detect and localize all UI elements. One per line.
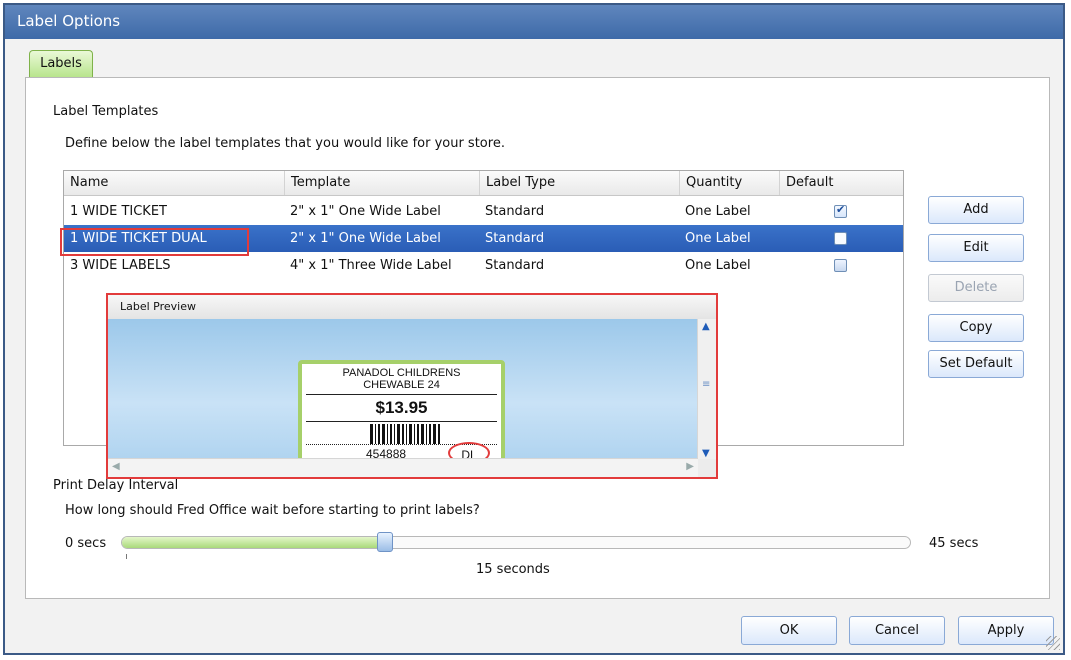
cell-quantity: One Label: [685, 231, 751, 246]
scroll-up-icon[interactable]: ▲: [702, 321, 710, 332]
slider-value-label: 15 seconds: [476, 562, 550, 577]
cell-label-type: Standard: [485, 258, 545, 273]
label-divider: [306, 421, 497, 422]
default-checkbox[interactable]: [834, 259, 847, 272]
default-checkbox[interactable]: [834, 232, 847, 245]
column-default[interactable]: Default: [779, 171, 903, 195]
cell-label-type: Standard: [485, 231, 545, 246]
print-delay-heading: Print Delay Interval: [53, 478, 179, 493]
cell-name: 1 WIDE TICKET: [70, 204, 167, 219]
scroll-thumb-grip-icon[interactable]: ≡: [702, 379, 710, 390]
edit-button[interactable]: Edit: [928, 234, 1024, 262]
label-divider: [306, 394, 497, 395]
label-preview-pane: Label Preview PANADOL CHILDRENS CHEWABLE…: [106, 293, 718, 479]
title-bar: Label Options: [5, 5, 1063, 39]
price-label: PANADOL CHILDRENS CHEWABLE 24 $13.95 454…: [298, 360, 505, 470]
cell-quantity: One Label: [685, 204, 751, 219]
print-delay-question: How long should Fred Office wait before …: [65, 503, 480, 518]
scroll-right-icon[interactable]: ▶: [686, 461, 694, 472]
column-template[interactable]: Template: [284, 171, 479, 195]
slider-thumb[interactable]: [377, 532, 393, 552]
tab-labels[interactable]: Labels: [29, 50, 93, 78]
product-name: PANADOL CHILDRENS CHEWABLE 24: [308, 367, 495, 391]
label-templates-heading: Label Templates: [53, 104, 159, 119]
column-name[interactable]: Name: [64, 171, 284, 195]
print-delay-slider[interactable]: [121, 532, 911, 552]
preview-vertical-scrollbar[interactable]: ▲ ≡ ▼: [697, 319, 716, 459]
slider-min-label: 0 secs: [65, 536, 107, 551]
label-preview-header: Label Preview: [108, 295, 716, 320]
column-label-type[interactable]: Label Type: [479, 171, 679, 195]
default-checkbox[interactable]: [834, 203, 847, 218]
scroll-left-icon[interactable]: ◀: [112, 461, 120, 472]
label-templates-description: Define below the label templates that yo…: [65, 136, 505, 151]
column-quantity[interactable]: Quantity: [679, 171, 779, 195]
grid-header: Name Template Label Type Quantity Defaul…: [64, 171, 903, 196]
cell-template: 2" x 1" One Wide Label: [290, 204, 441, 219]
label-preview-title: Label Preview: [120, 300, 196, 313]
cell-label-type: Standard: [485, 204, 545, 219]
slider-tick: [126, 554, 127, 559]
barcode-icon: [370, 424, 440, 444]
cell-quantity: One Label: [685, 258, 751, 273]
cancel-button[interactable]: Cancel: [849, 616, 945, 645]
label-options-window: Label Options Labels Label Templates Def…: [3, 3, 1065, 655]
add-button[interactable]: Add: [928, 196, 1024, 224]
cell-template: 2" x 1" One Wide Label: [290, 231, 441, 246]
product-name-line1: PANADOL CHILDRENS: [342, 367, 461, 379]
price-text: $13.95: [375, 398, 428, 417]
preview-horizontal-scrollbar[interactable]: ◀ ▶: [108, 458, 698, 477]
table-row[interactable]: 3 WIDE LABELS 4" x 1" Three Wide Label S…: [64, 252, 903, 279]
slider-fill: [122, 537, 385, 548]
product-name-line2: CHEWABLE 24: [363, 379, 440, 391]
delete-button[interactable]: Delete: [928, 274, 1024, 302]
copy-button[interactable]: Copy: [928, 314, 1024, 342]
cell-template: 4" x 1" Three Wide Label: [290, 258, 452, 273]
selected-row-highlight: [60, 228, 249, 256]
scroll-down-icon[interactable]: ▼: [702, 448, 710, 459]
apply-button[interactable]: Apply: [958, 616, 1054, 645]
slider-max-label: 45 secs: [929, 536, 979, 551]
resize-grip-icon[interactable]: [1046, 636, 1060, 650]
window-title: Label Options: [17, 12, 121, 30]
label-preview-canvas: PANADOL CHILDRENS CHEWABLE 24 $13.95 454…: [108, 319, 698, 470]
labels-panel: Label Templates Define below the label t…: [25, 77, 1050, 599]
set-default-button[interactable]: Set Default: [928, 350, 1024, 378]
cell-name: 3 WIDE LABELS: [70, 258, 171, 273]
scrollbar-corner: [698, 459, 716, 477]
ok-button[interactable]: OK: [741, 616, 837, 645]
table-row[interactable]: 1 WIDE TICKET 2" x 1" One Wide Label Sta…: [64, 198, 903, 225]
